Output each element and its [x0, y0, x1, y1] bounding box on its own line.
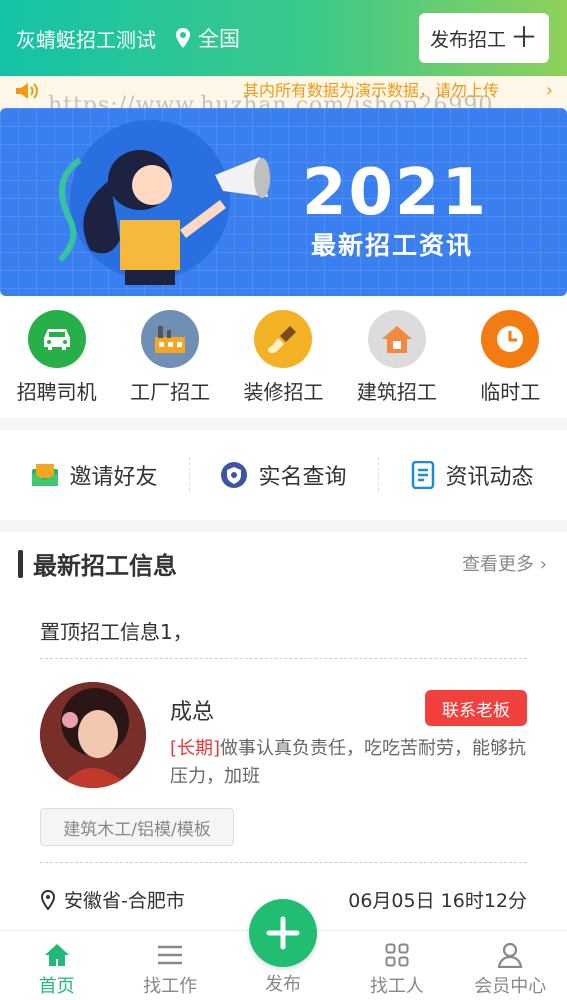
job-category-chip: 建筑木工/铝模/模板 [40, 808, 234, 846]
user-icon [497, 942, 523, 968]
section-accent-bar [18, 549, 23, 578]
grid-icon [385, 943, 409, 967]
tab-label: 找工作 [143, 976, 198, 997]
contact-boss-button[interactable]: 联系老板 [425, 690, 527, 726]
job-post-time: 06月05日 16时12分 [348, 890, 527, 912]
shortcut-row: 邀请好友 实名查询 资讯动态 [0, 430, 567, 520]
document-icon [412, 461, 435, 489]
envelope-icon [32, 464, 59, 486]
tab-label: 会员中心 [474, 976, 547, 997]
top-header: 灰蜻蜓招工测试 全国 发布招工 ＋ [0, 0, 567, 76]
car-icon [27, 310, 86, 368]
banner-carousel[interactable]: 2021 最新招工资讯 [0, 108, 567, 296]
category-label: 建筑招工 [356, 380, 437, 404]
category-label: 工厂招工 [130, 380, 211, 404]
home-icon [44, 944, 69, 966]
view-more-label: 查看更多 [462, 554, 535, 575]
post-job-label: 发布招工 [429, 28, 506, 51]
app-title: 灰蜻蜓招工测试 [16, 27, 156, 52]
chevron-right-icon: › [545, 80, 553, 101]
tab-member-center[interactable]: 会员中心 [454, 931, 567, 1000]
chevron-right-icon: › [539, 554, 547, 575]
divider [40, 862, 527, 863]
speaker-icon [16, 83, 38, 99]
real-name-check-button[interactable]: 实名查询 [189, 457, 378, 491]
pinned-job-title[interactable]: 置顶招工信息1， [40, 616, 193, 645]
view-more-link[interactable]: 查看更多 › [462, 550, 547, 576]
job-description[interactable]: [长期]做事认真负责任，吃吃苦耐劳，能够抗压力，加班 [170, 735, 527, 791]
news-button[interactable]: 资讯动态 [378, 457, 567, 491]
publish-label[interactable]: 发布 [233, 970, 333, 996]
list-icon [158, 945, 183, 965]
invite-friends-button[interactable]: 邀请好友 [0, 459, 189, 491]
location-pin-icon [40, 889, 56, 910]
job-location-text: 安徽省-合肥市 [64, 890, 185, 912]
category-grid: 招聘司机 工厂招工 装修招工 建筑招工 临时工 [0, 296, 567, 418]
tab-label: 首页 [38, 976, 75, 997]
shield-icon [221, 462, 248, 488]
tab-home[interactable]: 首页 [0, 931, 113, 1000]
clock-icon [481, 310, 540, 368]
category-label: 临时工 [480, 380, 541, 404]
category-label: 装修招工 [243, 380, 324, 404]
plus-icon: ＋ [510, 21, 539, 54]
section-header: 最新招工信息 [18, 546, 177, 581]
location-label: 全国 [198, 27, 240, 51]
factory-icon [141, 310, 200, 368]
category-driver[interactable]: 招聘司机 [0, 296, 113, 418]
job-term-tag: [长期] [170, 738, 221, 759]
category-factory[interactable]: 工厂招工 [113, 296, 226, 418]
location-selector[interactable]: 全国 [174, 23, 240, 53]
location-pin-icon [176, 28, 190, 48]
news-label: 资讯动态 [445, 465, 534, 490]
section-title: 最新招工信息 [33, 552, 177, 580]
banner-year: 2021 [301, 156, 489, 230]
invite-friends-label: 邀请好友 [69, 465, 158, 490]
job-location: 安徽省-合肥市 [40, 886, 185, 913]
plus-icon [266, 916, 300, 950]
banner-illustration [57, 120, 270, 285]
category-label: 招聘司机 [16, 380, 97, 404]
app-page: 灰蜻蜓招工测试 全国 发布招工 ＋ 其内所有数据为演示数据，请勿上传 › htt… [0, 0, 567, 1000]
avatar [40, 682, 146, 788]
job-description-text: 做事认真负责任，吃吃苦耐劳，能够抗压力，加班 [170, 738, 527, 787]
category-construction[interactable]: 建筑招工 [340, 296, 453, 418]
boss-name: 成总 [170, 700, 215, 725]
paintbrush-icon [254, 310, 313, 368]
category-decoration[interactable]: 装修招工 [227, 296, 340, 418]
post-job-button[interactable]: 发布招工 ＋ [419, 13, 549, 63]
divider [40, 658, 527, 659]
tab-find-worker[interactable]: 找工人 [340, 931, 453, 1000]
house-icon [367, 310, 426, 368]
category-temp-work[interactable]: 临时工 [454, 296, 567, 418]
tab-label: 找工人 [369, 976, 424, 997]
publish-fab-button[interactable] [249, 899, 317, 967]
tab-find-job[interactable]: 找工作 [113, 931, 226, 1000]
banner-slogan: 最新招工资讯 [310, 231, 473, 260]
real-name-check-label: 实名查询 [258, 465, 347, 490]
